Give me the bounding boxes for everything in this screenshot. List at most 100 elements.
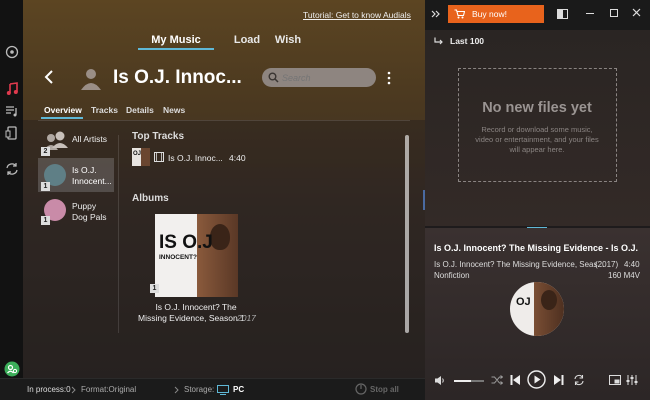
sync-icon[interactable] (3, 160, 20, 177)
left-navigation-rail (0, 0, 23, 400)
empty-text-line3: will appear here. (509, 145, 565, 154)
subtab-divider (38, 120, 410, 121)
search-input[interactable] (282, 71, 368, 84)
artist-label-line1: Is O.J. (72, 165, 97, 175)
track-row[interactable]: OJ Is O.J. Innoc... 4:40 (132, 148, 264, 167)
active-subtab-underline (41, 117, 83, 119)
audials-app-window: Tutorial: Get to know Audials My Music L… (0, 0, 650, 400)
track-duration: 4:40 (229, 153, 246, 163)
artist-label-line1: Puppy (72, 201, 97, 211)
repeat-icon[interactable] (573, 374, 585, 386)
stop-all-button[interactable]: Stop all (370, 385, 399, 394)
search-icon (268, 72, 279, 83)
content-scrollbar[interactable] (405, 135, 409, 333)
right-panel-titlebar: Buy now! (425, 0, 650, 30)
player-subtitle: Is O.J. Innocent? The Missing Evidence, … (434, 260, 605, 269)
more-options-icon[interactable] (386, 70, 392, 86)
equalizer-icon[interactable] (626, 374, 638, 386)
status-bar: In process:0 Format:Original Storage: PC… (0, 378, 425, 400)
album-year: 2017 (237, 313, 256, 323)
artist-label: All Artists (72, 134, 107, 144)
volume-slider-fill (454, 380, 471, 382)
tab-my-music[interactable]: My Music (138, 34, 214, 46)
now-playing-artwork: OJ (510, 282, 564, 336)
maximize-icon[interactable] (610, 9, 618, 17)
tab-overview[interactable]: Overview (44, 105, 82, 115)
cover-subtext: INNOCENT? (159, 254, 197, 261)
cart-icon (454, 9, 465, 19)
albums-heading: Albums (132, 193, 169, 204)
playlist-icon[interactable] (3, 102, 20, 119)
volume-icon[interactable] (434, 375, 446, 386)
track-thumbnail: OJ (132, 148, 150, 166)
player-file-info: 160 M4V (608, 271, 641, 280)
count-badge: 1 (41, 182, 50, 191)
shuffle-icon[interactable] (491, 375, 503, 385)
back-arrow-icon[interactable] (43, 69, 55, 85)
new-files-panel: Last 100 No new files yet Record or down… (425, 30, 650, 226)
close-icon[interactable] (632, 8, 641, 17)
tab-tracks[interactable]: Tracks (91, 105, 118, 115)
player-duration: 4:40 (624, 260, 640, 269)
artist-label-line2: Innocent... (72, 176, 112, 186)
collapse-panel-icon[interactable] (431, 10, 441, 18)
cover-text: IS O.J (159, 232, 213, 253)
picture-in-picture-icon[interactable] (609, 375, 621, 385)
music-note-icon[interactable] (3, 80, 20, 97)
artist-item-all-artists[interactable]: 2 All Artists (38, 128, 116, 156)
tab-load[interactable]: Load (229, 34, 265, 46)
search-field[interactable] (262, 68, 376, 87)
next-track-icon[interactable] (553, 374, 564, 386)
account-status-icon[interactable] (3, 360, 20, 377)
album-title-line2: Missing Evidence, Season 1 (138, 313, 245, 323)
artist-title: Is O.J. Innoc... (113, 67, 242, 88)
layout-toggle-icon[interactable] (557, 9, 568, 19)
play-button[interactable] (527, 370, 546, 389)
album-count-badge: 1 (150, 284, 159, 293)
count-badge: 1 (41, 216, 50, 225)
empty-title: No new files yet (482, 100, 592, 116)
count-badge: 2 (41, 147, 50, 156)
media-player: Is O.J. Innocent? The Missing Evidence -… (425, 228, 650, 400)
column-divider (118, 135, 119, 333)
tab-news[interactable]: News (163, 105, 185, 115)
empty-drop-zone: No new files yet Record or download some… (458, 68, 617, 182)
tab-details[interactable]: Details (126, 105, 154, 115)
pc-storage-icon (217, 385, 229, 395)
artist-avatar-icon (79, 66, 103, 90)
empty-text-line1: Record or download some music, (481, 125, 593, 134)
buy-now-button[interactable]: Buy now! (448, 5, 544, 23)
minimize-icon[interactable] (586, 13, 594, 15)
volume-slider[interactable] (454, 380, 484, 382)
format-label[interactable]: Format:Original (81, 385, 136, 394)
previous-track-icon[interactable] (510, 374, 521, 386)
storage-label: Storage: (184, 385, 215, 394)
in-process-count: In process:0 (27, 385, 71, 394)
devices-icon[interactable] (3, 124, 20, 141)
chevron-right-icon (174, 386, 179, 394)
player-genre: Nonfiction (434, 271, 470, 280)
cover-face (210, 224, 230, 250)
last-100-label[interactable]: Last 100 (450, 36, 484, 46)
video-file-icon (154, 152, 164, 162)
player-year: (2017) (595, 260, 619, 269)
artist-label-line2: Dog Pals (72, 212, 107, 222)
storage-value[interactable]: PC (233, 385, 244, 394)
radio-icon[interactable] (3, 43, 20, 60)
album-cover[interactable]: IS O.J INNOCENT? (155, 214, 238, 297)
player-title: Is O.J. Innocent? The Missing Evidence -… (434, 243, 639, 253)
arrow-down-right-icon (434, 37, 443, 45)
artist-item-puppy-dog-pals[interactable]: 1 Puppy Dog Pals (38, 196, 116, 226)
album-title-line1: Is O.J. Innocent? The (155, 302, 237, 312)
chevron-right-icon (71, 386, 76, 394)
buy-now-label: Buy now! (472, 9, 507, 19)
active-tab-underline (138, 48, 214, 50)
tutorial-link[interactable]: Tutorial: Get to know Audials (303, 10, 411, 20)
artist-item-is-oj-innocent[interactable]: 1 Is O.J. Innocent... (38, 158, 114, 192)
empty-text-line2: video or entertainment, and your files (475, 135, 599, 144)
scrollbar-thumb[interactable] (405, 135, 409, 333)
stop-icon (355, 383, 367, 395)
top-tracks-heading: Top Tracks (132, 131, 185, 142)
track-title: Is O.J. Innoc... (168, 153, 223, 163)
tab-wish[interactable]: Wish (270, 34, 306, 46)
